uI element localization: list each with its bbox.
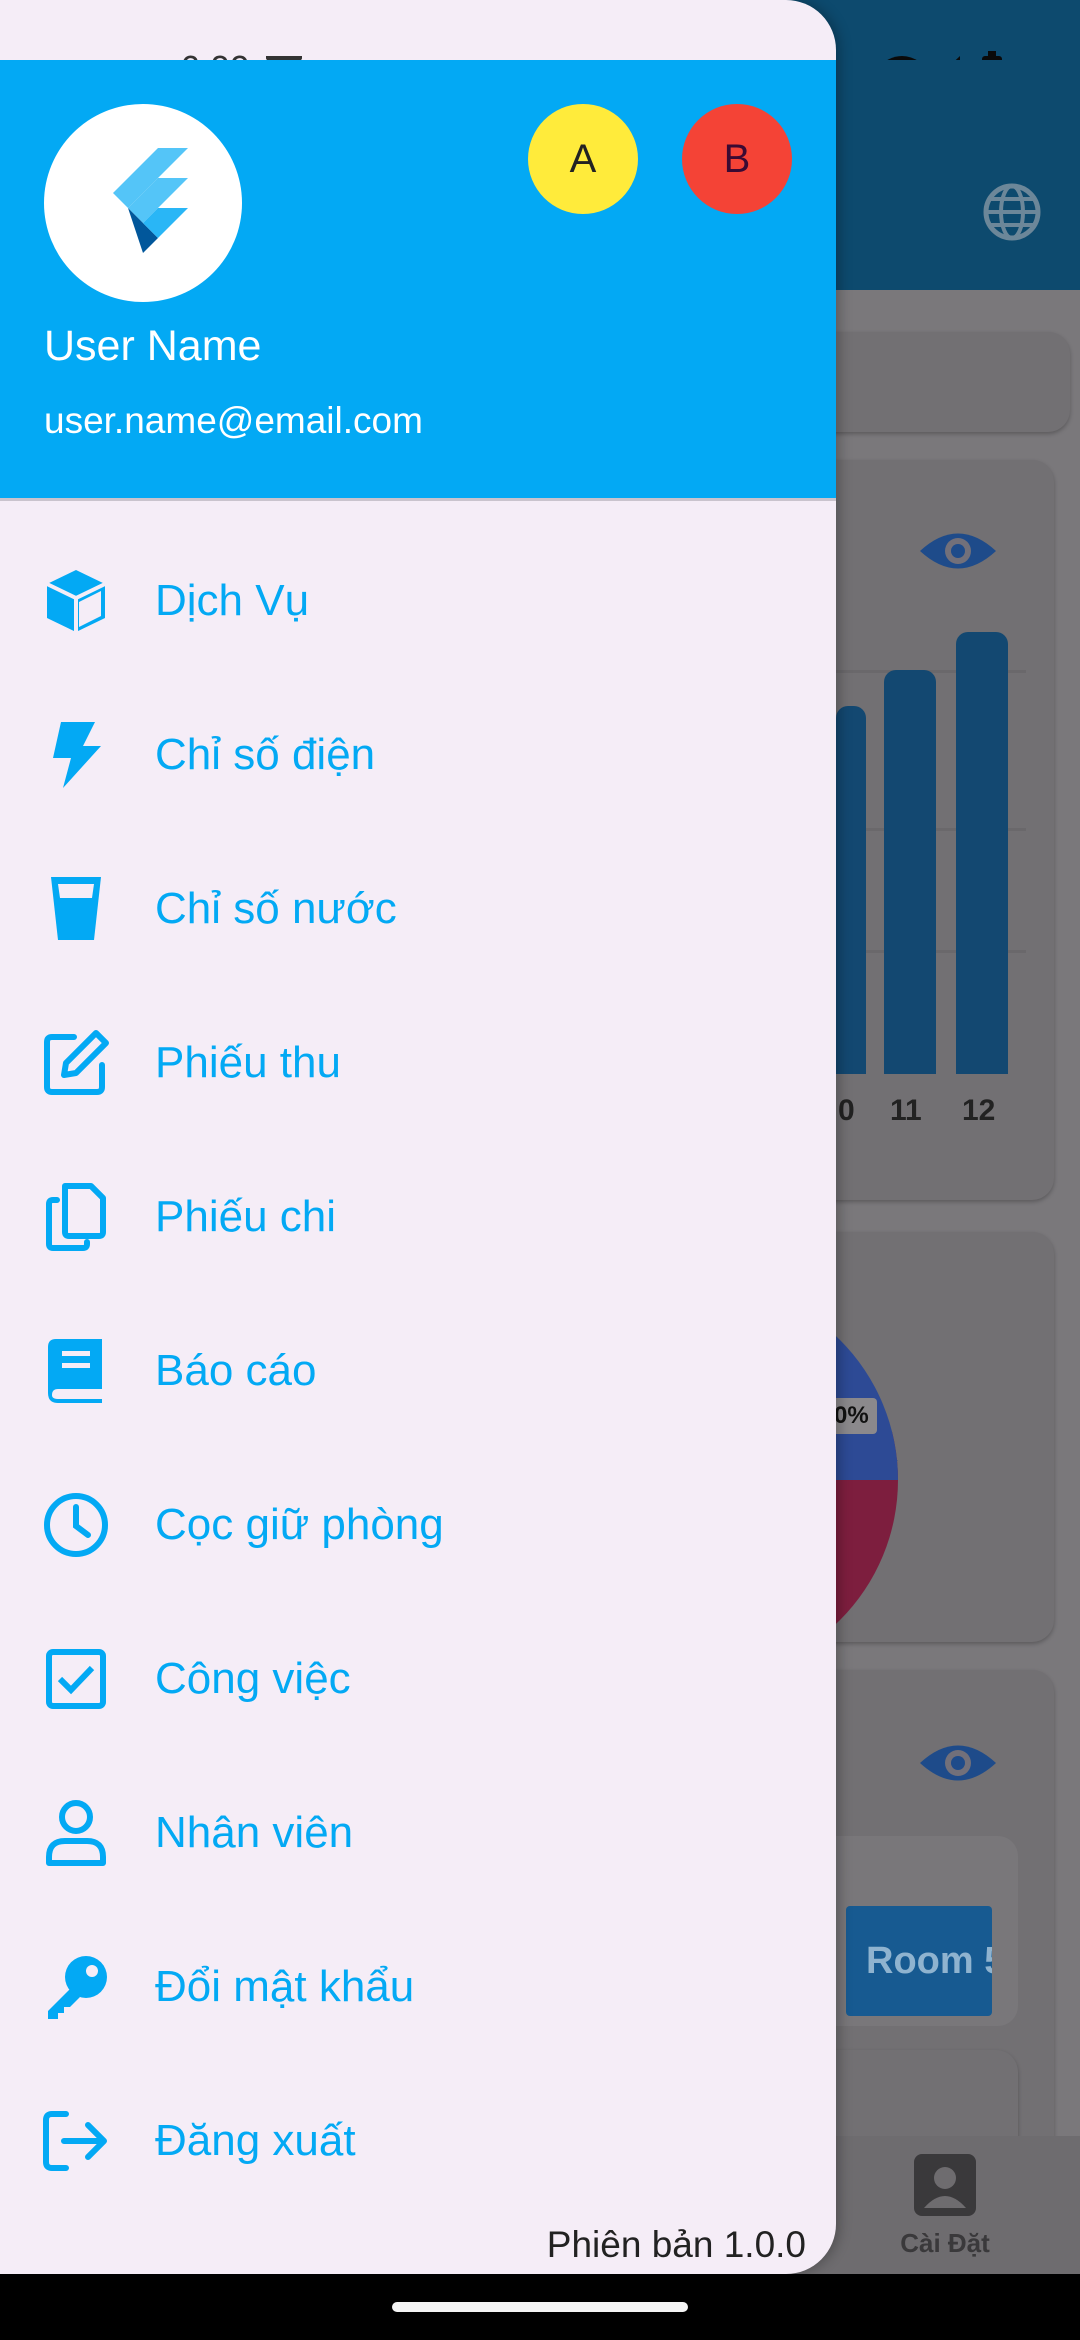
menu-item-dich-vu[interactable]: Dịch Vụ [0,526,836,676]
menu-item-label: Chỉ số nước [155,884,397,933]
user-email: user.name@email.com [44,400,423,441]
eye-icon[interactable] [918,526,998,576]
copy-documents-icon [38,1179,114,1255]
menu-item-phieu-chi[interactable]: Phiếu chi [0,1142,836,1292]
chart-tick-label: 12 [962,1094,996,1127]
account-box-icon[interactable] [912,2152,978,2218]
flutter-logo-icon [113,148,188,253]
eye-icon[interactable] [918,1738,998,1788]
edit-square-icon [38,1025,114,1101]
lightning-bolt-icon [38,717,114,793]
menu-item-cong-viec[interactable]: Công việc [0,1604,836,1754]
person-icon [38,1795,114,1871]
account-a-button[interactable]: A [528,104,638,214]
book-icon [38,1333,114,1409]
drawer-header: A B User Name user.name@email.com [0,60,836,498]
chart-tick-label: 11 [890,1094,922,1127]
user-name: User Name [44,322,262,370]
menu-item-label: Đăng xuất [155,2116,356,2165]
menu-item-doi-mat-khau[interactable]: Đổi mật khẩu [0,1912,836,2062]
room-button[interactable]: Room 5 [846,1906,992,2016]
menu-item-label: Cọc giữ phòng [155,1500,444,1549]
menu-item-chi-so-dien[interactable]: Chỉ số điện [0,680,836,830]
globe-icon[interactable] [982,182,1042,242]
chart-bar [956,632,1008,1074]
chart-tick-label: 0 [838,1094,855,1127]
home-gesture-pill[interactable] [392,2302,688,2312]
cube-icon [38,563,114,639]
navigation-drawer: 6:09 A B User Name user.name@email.com [0,0,836,2274]
water-glass-icon [38,871,114,947]
menu-item-label: Nhân viên [155,1808,354,1857]
logout-icon [38,2103,114,2179]
chart-bar [836,706,866,1074]
menu-item-label: Phiếu chi [155,1192,337,1241]
nav-settings-label[interactable]: Cài Đặt [880,2228,1010,2259]
menu-item-chi-so-nuoc[interactable]: Chỉ số nước [0,834,836,984]
avatar[interactable] [44,104,242,302]
menu-item-coc-giu-phong[interactable]: Cọc giữ phòng [0,1450,836,1600]
menu-item-phieu-thu[interactable]: Phiếu thu [0,988,836,1138]
menu-item-label: Đổi mật khẩu [155,1962,415,2011]
menu-item-bao-cao[interactable]: Báo cáo [0,1296,836,1446]
key-icon [38,1949,114,2025]
menu-item-label: Công việc [155,1654,351,1703]
menu-item-label: Phiếu thu [155,1038,341,1087]
version-label: Phiên bản 1.0.0 [546,2224,806,2265]
checkbox-icon [38,1641,114,1717]
chart-bar [884,670,936,1074]
menu-item-label: Dịch Vụ [155,576,310,625]
menu-item-label: Chỉ số điện [155,730,376,779]
menu-item-nhan-vien[interactable]: Nhân viên [0,1758,836,1908]
account-b-button[interactable]: B [682,104,792,214]
menu-item-dang-xuat[interactable]: Đăng xuất [0,2066,836,2216]
menu-item-label: Báo cáo [155,1346,317,1395]
clock-icon [38,1487,114,1563]
header-divider [0,498,836,501]
